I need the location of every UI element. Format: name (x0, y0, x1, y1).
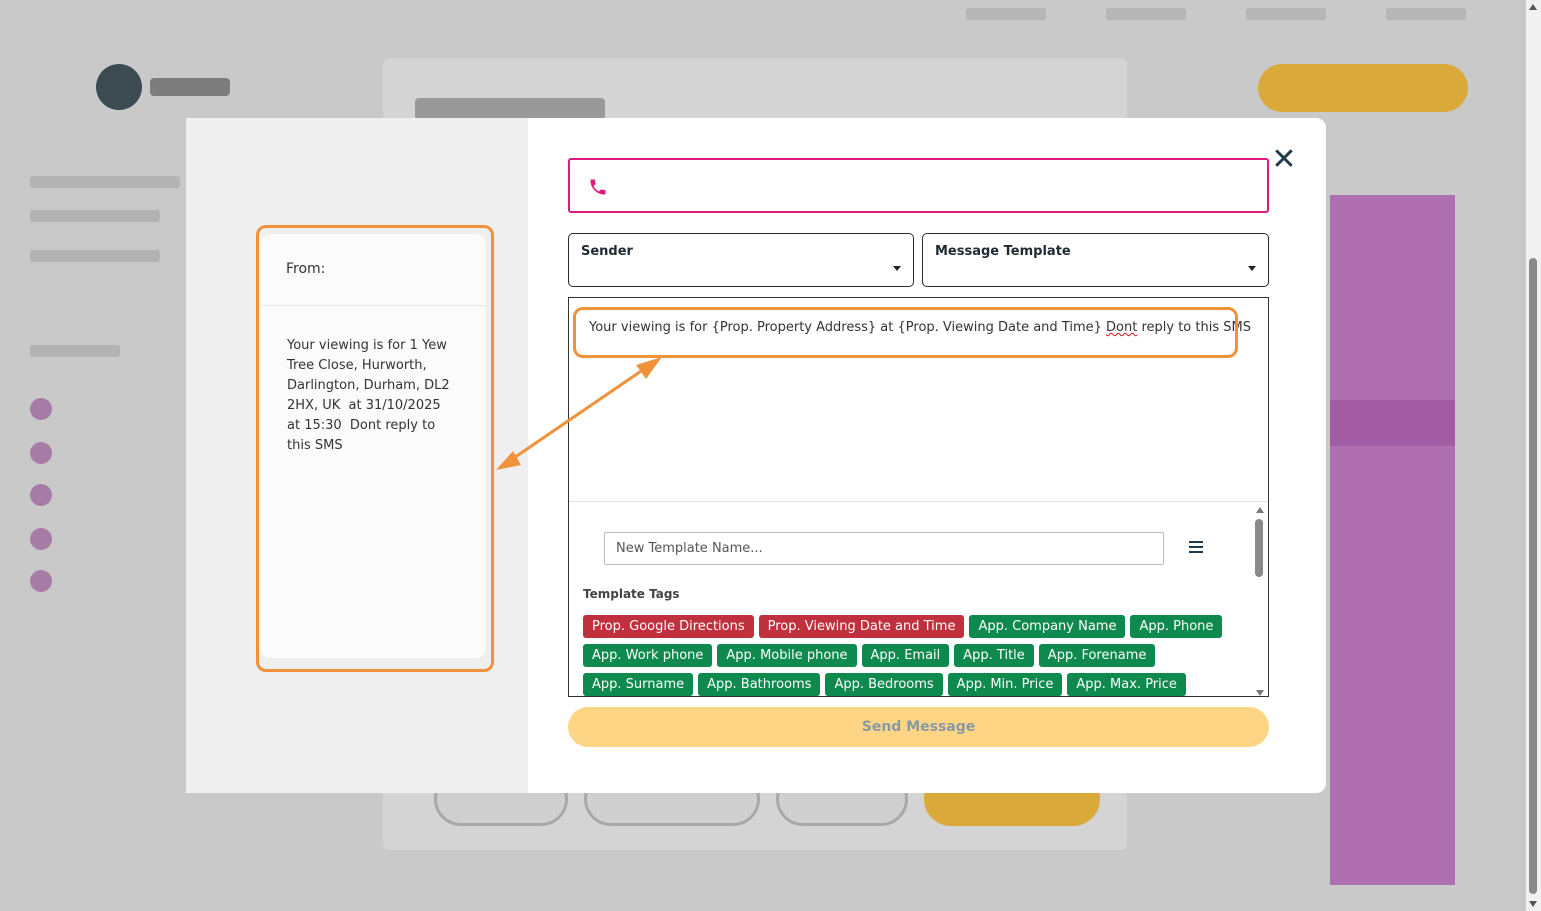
page-scrollbar[interactable] (1526, 0, 1541, 911)
background-sidebar-dot (30, 442, 52, 464)
background-sidebar-row (30, 250, 160, 262)
template-tag[interactable]: App. Bathrooms (698, 673, 821, 696)
background-sidebar-dot (30, 528, 52, 550)
message-template-select[interactable]: Message Template (922, 233, 1269, 287)
scroll-up-arrow-icon[interactable] (1529, 4, 1537, 10)
phone-icon (590, 179, 606, 195)
phone-number-input[interactable] (620, 170, 1250, 202)
scrollbar-thumb[interactable] (1255, 519, 1263, 577)
background-sidebar-dot (30, 570, 52, 592)
sender-select-label: Sender (581, 244, 633, 259)
send-message-button[interactable]: Send Message (568, 707, 1269, 747)
template-tag[interactable]: App. Max. Price (1067, 673, 1186, 696)
template-tags-heading: Template Tags (583, 587, 680, 601)
background-sidebar-dot (30, 484, 52, 506)
background-calendar-panel (1330, 195, 1455, 885)
sender-select[interactable]: Sender (568, 233, 914, 287)
caret-down-icon (893, 266, 901, 271)
background-logo (96, 64, 142, 110)
scroll-up-arrow-icon[interactable] (1256, 507, 1264, 513)
phone-number-field[interactable] (568, 158, 1269, 213)
template-tag[interactable]: Prop. Viewing Date and Time (758, 615, 965, 638)
scroll-down-arrow-icon[interactable] (1529, 901, 1537, 907)
background-top-nav (966, 8, 1466, 20)
sms-preview-card: From: Your viewing is for 1 Yew Tree Clo… (260, 234, 486, 658)
message-template-select-label: Message Template (935, 244, 1071, 259)
template-panel-scrollbar[interactable] (1254, 503, 1268, 696)
background-sidebar-row (30, 210, 160, 222)
background-calendar-event (1330, 400, 1455, 446)
send-sms-modal: From: Your viewing is for 1 Yew Tree Clo… (186, 118, 1326, 793)
background-logo-text (150, 78, 230, 96)
background-sidebar-row (30, 345, 120, 357)
background-sidebar-dot (30, 398, 52, 420)
new-template-name-input[interactable] (604, 532, 1164, 565)
message-text-misspelled-word: Dont (1106, 320, 1138, 335)
template-tag[interactable]: App. Forename (1038, 644, 1156, 667)
sms-preview-pane: From: Your viewing is for 1 Yew Tree Clo… (186, 118, 528, 793)
background-action-button (1258, 64, 1468, 112)
message-text-part: Your viewing is for {Prop. Property Addr… (589, 320, 1107, 335)
sms-from-label: From: (260, 234, 486, 306)
template-tag[interactable]: App. Email (861, 644, 950, 667)
template-tag[interactable]: App. Min. Price (947, 673, 1063, 696)
template-tags-list: Prop. Google Directions Prop. Viewing Dat… (583, 615, 1243, 696)
template-tag[interactable]: App. Bedrooms (825, 673, 943, 696)
template-tag[interactable]: App. Work phone (583, 644, 713, 667)
background-modal-title (415, 98, 605, 120)
sms-editor-frame: Your viewing is for {Prop. Property Addr… (568, 297, 1269, 697)
background-sidebar-row (30, 176, 180, 188)
editor-divider (569, 501, 1268, 502)
close-icon[interactable]: ✕ (1268, 144, 1300, 176)
scrollbar-thumb[interactable] (1529, 258, 1537, 894)
caret-down-icon (1248, 266, 1256, 271)
message-textarea[interactable]: Your viewing is for {Prop. Property Addr… (589, 320, 1251, 335)
scroll-down-arrow-icon[interactable] (1256, 690, 1264, 696)
sms-preview-message: Your viewing is for 1 Yew Tree Close, Hu… (287, 338, 454, 453)
template-tag[interactable]: App. Company Name (969, 615, 1126, 638)
template-tag[interactable]: Prop. Google Directions (583, 615, 754, 638)
template-tag[interactable]: App. Mobile phone (717, 644, 857, 667)
template-tag[interactable]: App. Title (954, 644, 1034, 667)
template-tag[interactable]: App. Phone (1130, 615, 1223, 638)
hamburger-menu-icon[interactable] (1189, 538, 1205, 556)
message-text-part: reply to this SMS (1137, 320, 1251, 335)
template-tag[interactable]: App. Surname (583, 673, 694, 696)
